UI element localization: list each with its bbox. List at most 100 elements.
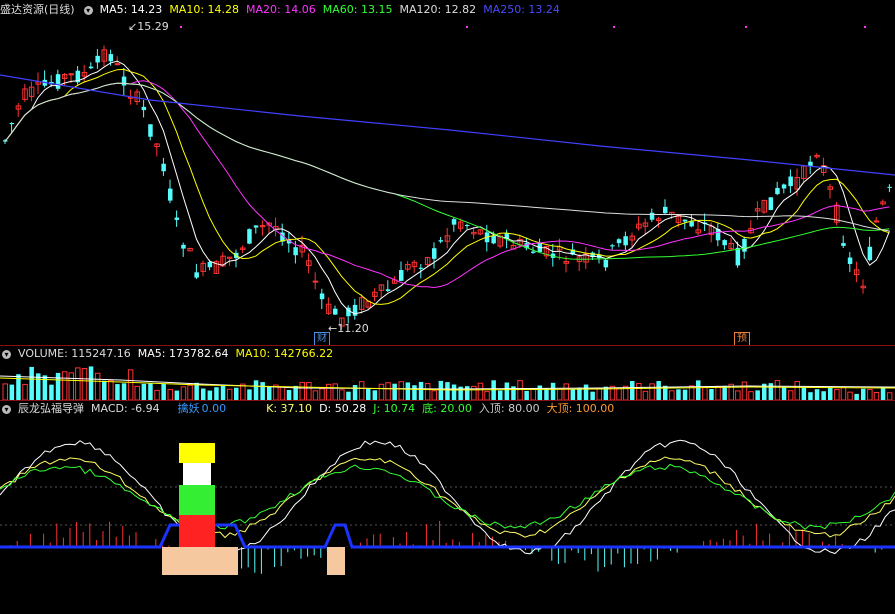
volume-bar-up <box>715 385 721 400</box>
candle-body-down <box>174 217 180 220</box>
volume-bar-up <box>299 381 305 400</box>
collapse-circle-icon[interactable]: ▾ <box>83 5 93 15</box>
volume-bar-up <box>240 383 246 400</box>
stock-title[interactable]: 盛达资源(日线) <box>0 2 75 18</box>
volume-bar-up <box>431 390 437 400</box>
volume-bar-down <box>880 386 886 400</box>
volume-bar-down <box>253 380 259 400</box>
collapse-circle-icon[interactable]: ▾ <box>2 349 11 359</box>
volume-bar-down <box>465 386 470 400</box>
candle-body-down <box>847 257 853 264</box>
signal-dot <box>466 26 468 28</box>
candle-body-down <box>616 239 622 244</box>
volume-bar-down <box>220 384 226 400</box>
volume-bar-up <box>596 388 602 400</box>
volume-bar-up <box>517 380 523 400</box>
volume-bar-down <box>352 385 358 400</box>
volume-bar-down <box>267 386 272 400</box>
capture-label: 擒妖 <box>177 402 200 415</box>
volume-bar-down <box>445 382 450 400</box>
volume-bar-up <box>378 383 385 400</box>
volume-bar-down <box>234 387 239 400</box>
volume-bar-down <box>174 390 180 400</box>
volume-bar-up <box>312 390 319 400</box>
volume-ma10: MA10: 142766.22 <box>235 347 334 360</box>
volume-bar-up <box>127 369 134 400</box>
volume-bar-up <box>358 381 365 400</box>
volume-bar-up <box>477 382 484 400</box>
volume-bar-down <box>148 383 153 400</box>
indicator-chart[interactable] <box>0 417 895 614</box>
collapse-circle-icon[interactable]: ▾ <box>2 404 11 414</box>
volume-bar-chart[interactable] <box>0 362 895 400</box>
main-chart-header: 盛达资源(日线) ▾ MA5: 14.23 MA10: 14.28 MA20: … <box>0 2 567 18</box>
volume-bar-down <box>49 384 54 400</box>
signal-block-green <box>179 485 215 515</box>
volume-bar-down <box>207 390 213 400</box>
volume-bar-down <box>544 388 549 400</box>
k-value: K: 37.10 <box>266 402 313 415</box>
volume-bar-up <box>2 383 8 400</box>
candle-body-down <box>841 243 846 246</box>
signal-block-yellow <box>179 443 215 463</box>
candle-body-down <box>682 219 688 222</box>
volume-bar-up <box>735 390 741 400</box>
volume-bar-down <box>88 366 94 400</box>
volume-bar-down <box>755 390 760 400</box>
volume-bar-down <box>709 389 714 400</box>
volume-bar-down <box>214 387 219 400</box>
volume-bar-down <box>781 386 787 400</box>
volume-bar-down <box>828 387 833 400</box>
volume-bar-down <box>372 390 378 400</box>
volume-bar-up <box>61 371 68 400</box>
ma10-label: MA10: 14.28 <box>169 3 240 16</box>
volume-bar-down <box>201 388 206 400</box>
volume-bar-down <box>121 383 127 400</box>
candle-body-down <box>742 238 747 252</box>
bottom-zone-block <box>162 547 238 575</box>
candle-body-down <box>55 74 61 89</box>
volume-bar-down <box>247 389 252 400</box>
volume-bar-up <box>787 390 794 400</box>
candle-body-down <box>867 246 873 261</box>
candle-body-down <box>491 235 496 244</box>
kdj-j-line <box>0 439 895 555</box>
signal-dot <box>745 26 747 28</box>
volume-ma5: MA5: 173782.64 <box>137 347 229 360</box>
volume-bar-down <box>861 388 866 400</box>
volume-bar-down <box>451 384 457 400</box>
price-candlestick-chart[interactable] <box>0 18 895 344</box>
candle-body-down <box>95 55 100 63</box>
bottom-zone-block <box>327 547 345 575</box>
candle-body-down <box>293 247 298 256</box>
volume-bar-up <box>306 381 312 400</box>
volume-bar-up <box>68 372 74 400</box>
volume-bar-up <box>616 388 622 400</box>
volume-bar-down <box>412 385 417 400</box>
candle-body-down <box>781 184 787 189</box>
volume-value: VOLUME: 115247.16 <box>18 347 131 360</box>
candle-body-down <box>385 289 391 292</box>
earnings-report-tag[interactable]: 财 <box>314 332 330 346</box>
volume-bar-up <box>279 386 286 400</box>
volume-bar-up <box>154 389 160 400</box>
volume-bar-down <box>115 384 120 400</box>
volume-bar-up <box>649 383 655 400</box>
candle-body-down <box>887 186 892 188</box>
capture-value: 0.00 <box>201 402 227 415</box>
volume-bar-down <box>537 385 543 400</box>
indicator-name[interactable]: 辰龙弘福导弹 <box>18 401 84 417</box>
forecast-tag[interactable]: 预 <box>734 332 750 346</box>
volume-bar-down <box>656 381 661 400</box>
candle-body-down <box>108 54 114 62</box>
volume-bar-down <box>504 382 510 400</box>
signal-baseline <box>0 523 895 549</box>
signal-dot <box>864 26 866 28</box>
candle-body-down <box>253 225 259 228</box>
volume-bar-down <box>696 380 701 400</box>
volume-bar-up <box>873 391 880 400</box>
stock-chart-window: 盛达资源(日线) ▾ MA5: 14.23 MA10: 14.28 MA20: … <box>0 0 895 614</box>
volume-bar-up <box>702 386 708 400</box>
candle-body-down <box>722 240 727 246</box>
volume-bar-down <box>286 389 292 400</box>
